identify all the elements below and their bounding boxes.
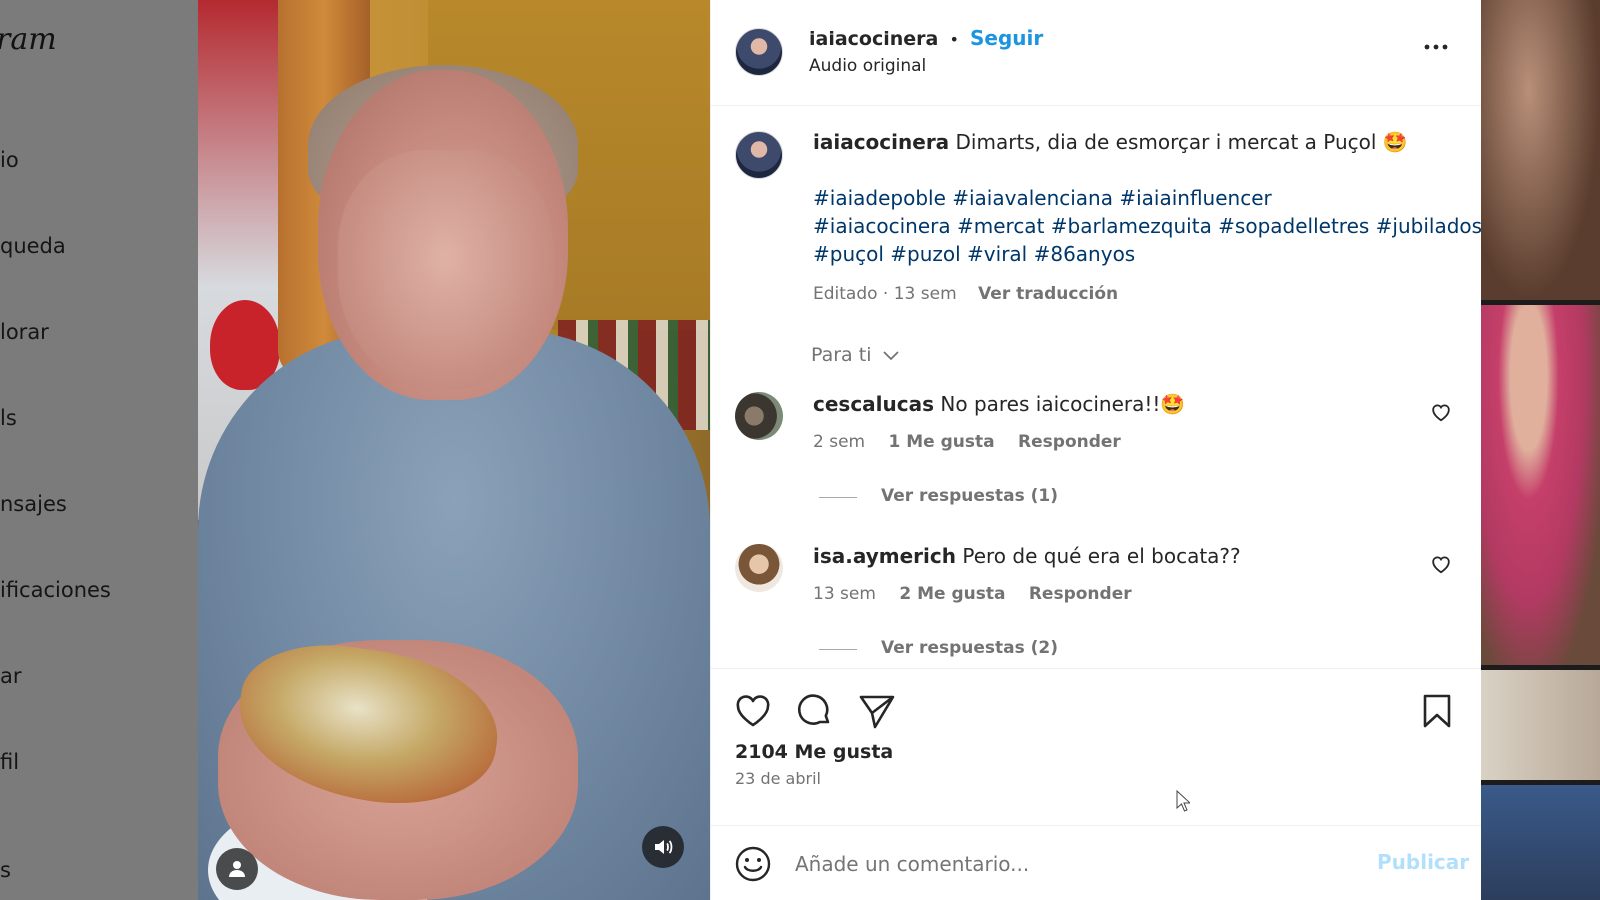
follow-button[interactable]: Seguir (970, 26, 1043, 50)
comments-list[interactable]: iaiacocinera Dimarts, dia de esmorçar i … (711, 106, 1482, 668)
sidebar-item-reels[interactable]: ls (0, 406, 17, 430)
reply-button[interactable]: Responder (1029, 584, 1132, 604)
publish-button[interactable]: Publicar (1377, 850, 1469, 874)
post-panel: iaiacocinera • Seguir Audio original iai… (710, 0, 1482, 900)
comment-avatar[interactable] (735, 392, 783, 440)
likes-count[interactable]: 2104 Me gusta (735, 741, 893, 763)
sidebar-item-create[interactable]: ar (0, 664, 22, 688)
mute-button[interactable] (642, 826, 684, 868)
dot-separator: • (949, 30, 959, 49)
comment-body: isa.aymerich Pero de qué era el bocata?? (813, 544, 1241, 568)
sidebar-item-explore[interactable]: lorar (0, 320, 49, 344)
comment-likes[interactable]: 1 Me gusta (889, 432, 995, 452)
comment-like-icon[interactable] (1430, 553, 1452, 575)
replies-divider (819, 497, 857, 498)
comment-username[interactable]: cescalucas (813, 392, 934, 416)
comment-text: Pero de qué era el bocata?? (962, 544, 1241, 568)
caption: iaiacocinera Dimarts, dia de esmorçar i … (813, 130, 1408, 154)
post-date: 23 de abril (735, 769, 821, 788)
sort-label: Para ti (811, 344, 872, 366)
heart-icon[interactable] (733, 691, 773, 731)
reply-button[interactable]: Responder (1018, 432, 1121, 452)
app-window: ram io queda lorar ls nsajes ificaciones… (0, 0, 1600, 900)
reel-video[interactable] (198, 0, 710, 900)
translate-link[interactable]: Ver traducción (978, 284, 1118, 304)
owner-avatar[interactable] (735, 28, 783, 76)
comment-composer: Publicar (711, 825, 1482, 900)
view-replies-button[interactable]: Ver respuestas (1) (881, 486, 1058, 506)
sidebar: ram io queda lorar ls nsajes ificaciones… (0, 0, 198, 900)
hashtags-line-1[interactable]: #iaiadepoble #iaiavalenciana #iaiainflue… (813, 186, 1272, 210)
owner-username[interactable]: iaiacocinera (809, 28, 938, 50)
caption-avatar[interactable] (735, 131, 783, 179)
sidebar-item-home[interactable]: io (0, 148, 19, 172)
sound-icon (655, 840, 673, 854)
sidebar-item-profile[interactable]: fil (0, 750, 19, 774)
adjacent-posts-strip[interactable] (1481, 0, 1600, 900)
comment-time: 2 sem (813, 432, 866, 452)
save-icon[interactable] (1417, 691, 1457, 731)
more-icon[interactable] (1421, 32, 1451, 62)
post-header: iaiacocinera • Seguir Audio original (711, 0, 1482, 106)
comment-icon[interactable] (795, 691, 835, 731)
comment-input[interactable] (795, 846, 1335, 882)
comment-likes[interactable]: 2 Me gusta (899, 584, 1005, 604)
share-icon[interactable] (857, 691, 897, 731)
tagged-users-button[interactable] (216, 848, 258, 890)
emoji-icon[interactable] (733, 844, 773, 884)
comment-username[interactable]: isa.aymerich (813, 544, 956, 568)
user-icon (229, 861, 245, 877)
sort-dropdown[interactable]: Para ti (811, 344, 900, 366)
hashtags-line-3[interactable]: #puçol #puzol #viral #86anyos (813, 242, 1135, 266)
hashtags-line-2[interactable]: #iaiacocinera #mercat #barlamezquita #so… (813, 214, 1482, 238)
caption-text: Dimarts, dia de esmorçar i mercat a Puço… (955, 130, 1408, 154)
comment-avatar[interactable] (735, 544, 783, 592)
view-replies-button[interactable]: Ver respuestas (2) (881, 638, 1058, 658)
comment-body: cescalucas No pares iaicocinera!!🤩 (813, 392, 1185, 416)
sidebar-item-search[interactable]: queda (0, 234, 66, 258)
chevron-down-icon (882, 351, 899, 361)
post-actions: 2104 Me gusta 23 de abril (711, 668, 1482, 825)
edited-time: Editado · 13 sem (813, 284, 957, 304)
audio-link[interactable]: Audio original (809, 56, 926, 76)
replies-divider (819, 649, 857, 650)
comment-time: 13 sem (813, 584, 876, 604)
sidebar-item-more[interactable]: s (0, 858, 11, 882)
sidebar-item-messages[interactable]: nsajes (0, 492, 67, 516)
instagram-logo[interactable]: ram (0, 22, 57, 57)
mouse-cursor-icon (1176, 790, 1190, 812)
comment-text: No pares iaicocinera!!🤩 (940, 392, 1186, 416)
sidebar-item-notifications[interactable]: ificaciones (0, 578, 111, 602)
comment-like-icon[interactable] (1430, 401, 1452, 423)
caption-username[interactable]: iaiacocinera (813, 130, 949, 154)
